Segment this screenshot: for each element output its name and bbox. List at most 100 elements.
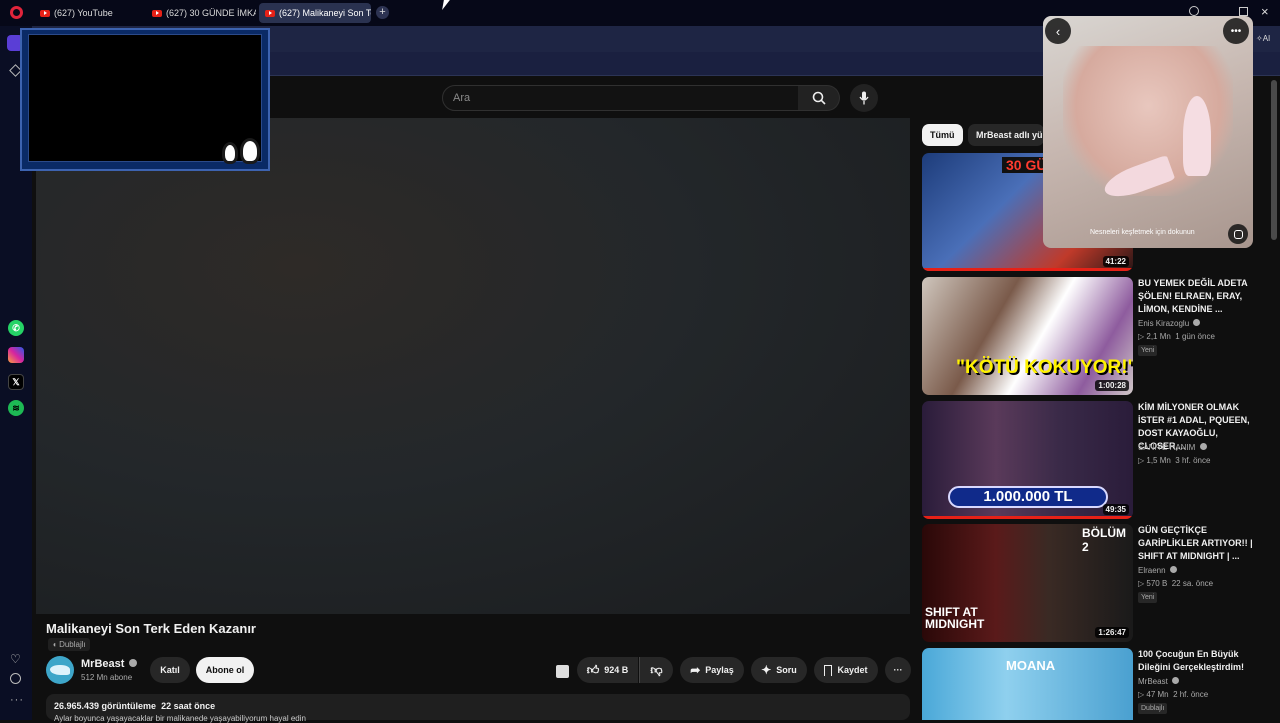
close-window-icon[interactable]: × bbox=[1261, 4, 1269, 19]
progress-bar bbox=[922, 516, 1133, 519]
picture-in-picture-window[interactable] bbox=[1043, 16, 1253, 248]
recommended-title[interactable]: 100 Çocuğun En Büyük Dileğini Gerçekleşt… bbox=[1138, 648, 1263, 674]
join-button[interactable]: Katıl bbox=[150, 657, 190, 683]
pip-menu-button[interactable]: ••• bbox=[1223, 18, 1249, 44]
channel-avatar[interactable] bbox=[46, 656, 74, 684]
recommended-meta: ▷ 2,1 Mn 1 gün önce bbox=[1138, 332, 1215, 341]
tab-label: (627) YouTube bbox=[54, 8, 113, 18]
lens-search-button[interactable] bbox=[1228, 224, 1248, 244]
recommended-title[interactable]: BU YEMEK DEĞİL ADETA ŞÖLEN! ELRAEN, ERAY… bbox=[1138, 277, 1263, 316]
subscribe-button[interactable]: Abone ol bbox=[196, 657, 254, 683]
video-player[interactable] bbox=[36, 118, 910, 614]
thumbnail-text: 1.000.000 TL bbox=[948, 486, 1108, 508]
recommended-channel[interactable]: Elraenn bbox=[1138, 566, 1177, 575]
recommended-thumbnail[interactable]: "KÖTÜ KOKUYOR!" 1:00:28 bbox=[922, 277, 1133, 395]
subscriber-count: 512 Mn abone bbox=[81, 673, 133, 682]
chip-all[interactable]: Tümü bbox=[922, 124, 963, 146]
gift-icon[interactable] bbox=[556, 665, 569, 678]
recommended-thumbnail[interactable]: 1.000.000 TL 49:35 bbox=[922, 401, 1133, 519]
recommended-channel[interactable]: SANİYE HANIM bbox=[1138, 443, 1207, 452]
new-tab-button[interactable]: + bbox=[376, 6, 389, 19]
recommended-channel[interactable]: MrBeast bbox=[1138, 677, 1180, 686]
history-clock-icon[interactable] bbox=[10, 673, 21, 684]
instagram-icon[interactable] bbox=[8, 347, 24, 363]
microphone-icon bbox=[859, 91, 869, 105]
penguin-icon bbox=[222, 138, 260, 164]
video-duration: 41:22 bbox=[1102, 256, 1129, 267]
like-button[interactable]: 👍︎ 924 B bbox=[577, 657, 638, 683]
search-placeholder: Ara bbox=[453, 92, 471, 104]
search-input[interactable]: Ara bbox=[442, 85, 799, 111]
youtube-favicon-icon bbox=[152, 9, 162, 17]
video-duration: 49:35 bbox=[1102, 504, 1129, 515]
new-badge: Yeni bbox=[1138, 345, 1158, 356]
new-badge: Yeni bbox=[1138, 592, 1158, 603]
recommended-channel[interactable]: Enis Kirazoglu bbox=[1138, 319, 1201, 328]
thumbnail-subtext: SHIFT AT MIDNIGHT bbox=[925, 605, 985, 631]
lens-icon bbox=[1233, 229, 1243, 239]
thumbnail-text: MOANA bbox=[1006, 658, 1056, 673]
youtube-favicon-icon bbox=[40, 9, 50, 17]
search-button[interactable] bbox=[798, 85, 840, 111]
thumbnail-text: BÖLÜM 2 bbox=[1082, 526, 1126, 554]
browser-tab-youtube[interactable]: (627) YouTube bbox=[34, 3, 142, 23]
verified-check-icon bbox=[1172, 677, 1180, 684]
progress-bar bbox=[922, 268, 1133, 271]
browser-tab-malikaneyi[interactable]: (627) Malikaneyi Son Terk bbox=[259, 3, 371, 23]
verified-check-icon bbox=[1169, 566, 1177, 573]
ai-button[interactable]: ✧AI bbox=[1256, 34, 1270, 43]
dubbed-badge: ◖ Dublajlı bbox=[48, 638, 90, 651]
recommended-meta: ▷ 1,5 Mn 3 hf. önce bbox=[1138, 456, 1211, 465]
recommended-thumbnail[interactable]: MOANA bbox=[922, 648, 1133, 720]
search-tabs-icon[interactable] bbox=[1189, 6, 1199, 16]
save-button[interactable]: Kaydet bbox=[814, 657, 878, 683]
video-duration: 1:26:47 bbox=[1095, 627, 1129, 638]
chip-mrbeast[interactable]: MrBeast adlı yü bbox=[968, 124, 1044, 146]
dubbed-badge: Dublajlı bbox=[1138, 703, 1168, 714]
opera-logo-icon[interactable] bbox=[10, 6, 23, 19]
pip-back-button[interactable]: ‹ bbox=[1045, 18, 1071, 44]
verified-check-icon bbox=[1193, 319, 1201, 326]
view-stats: 26.965.439 görüntüleme 22 saat önce bbox=[54, 701, 216, 711]
ai-sparkle-icon: ✧ bbox=[1256, 34, 1263, 43]
channel-name[interactable]: MrBeast bbox=[81, 658, 138, 670]
chevron-left-icon: ‹ bbox=[1055, 23, 1061, 39]
shark-logo-icon bbox=[50, 665, 70, 675]
description-snippet: Aylar boyunca yaşayacaklar bir malikaned… bbox=[54, 714, 306, 723]
recommended-title[interactable]: GÜN GEÇTİKÇE GARİPLİKLER ARTIYOR!! | SHI… bbox=[1138, 524, 1263, 563]
share-button[interactable]: ➦ Paylaş bbox=[680, 657, 744, 683]
verified-check-icon bbox=[129, 659, 138, 667]
pip-caption: Nesneleri keşfetmek için dokunun bbox=[1090, 229, 1195, 236]
penguin-right-icon bbox=[240, 138, 260, 164]
restore-window-icon[interactable] bbox=[1239, 7, 1248, 16]
recommended-meta: ▷ 47 Mn 2 hf. önce bbox=[1138, 690, 1209, 699]
penguin-left-icon bbox=[222, 142, 238, 164]
floating-overlay-window[interactable] bbox=[20, 28, 270, 171]
x-twitter-icon[interactable]: 𝕏 bbox=[8, 374, 24, 390]
recommended-thumbnail[interactable]: BÖLÜM 2 SHIFT AT MIDNIGHT 1:26:47 bbox=[922, 524, 1133, 642]
dislike-button[interactable]: 👎︎ bbox=[639, 657, 673, 683]
sparkle-icon: ✦ bbox=[761, 663, 772, 677]
share-arrow-icon: ➦ bbox=[690, 663, 701, 677]
dubbed-icon: ◖ bbox=[52, 640, 60, 649]
nail-right-icon bbox=[1183, 96, 1211, 176]
thumbs-up-icon: 👍︎ bbox=[586, 662, 600, 677]
whatsapp-icon[interactable]: ✆ bbox=[8, 320, 24, 336]
more-horizontal-icon: ··· bbox=[893, 665, 903, 675]
thumbnail-text: "KÖTÜ KOKUYOR!" bbox=[956, 357, 1133, 378]
video-duration: 1:00:28 bbox=[1095, 380, 1129, 391]
more-actions-button[interactable]: ··· bbox=[885, 657, 911, 683]
video-title: Malikaneyi Son Terk Eden Kazanır bbox=[46, 621, 256, 636]
tab-label: (627) 30 GÜNDE İMKANSIZ bbox=[166, 8, 256, 18]
spotify-icon[interactable]: ≋ bbox=[8, 400, 24, 416]
voice-search-button[interactable] bbox=[850, 84, 878, 112]
ask-button[interactable]: ✦ Soru bbox=[751, 657, 807, 683]
search-icon bbox=[812, 91, 826, 105]
heart-icon[interactable]: ♡ bbox=[10, 652, 21, 666]
thumbs-down-icon: 👎︎ bbox=[650, 662, 663, 677]
browser-tab-30-gunde[interactable]: (627) 30 GÜNDE İMKANSIZ bbox=[146, 3, 256, 23]
more-sidebar-icon[interactable]: ··· bbox=[10, 694, 24, 706]
tab-label: (627) Malikaneyi Son Terk bbox=[279, 8, 371, 18]
mouse-cursor-icon bbox=[442, 0, 450, 10]
scrollbar[interactable] bbox=[1271, 80, 1277, 240]
